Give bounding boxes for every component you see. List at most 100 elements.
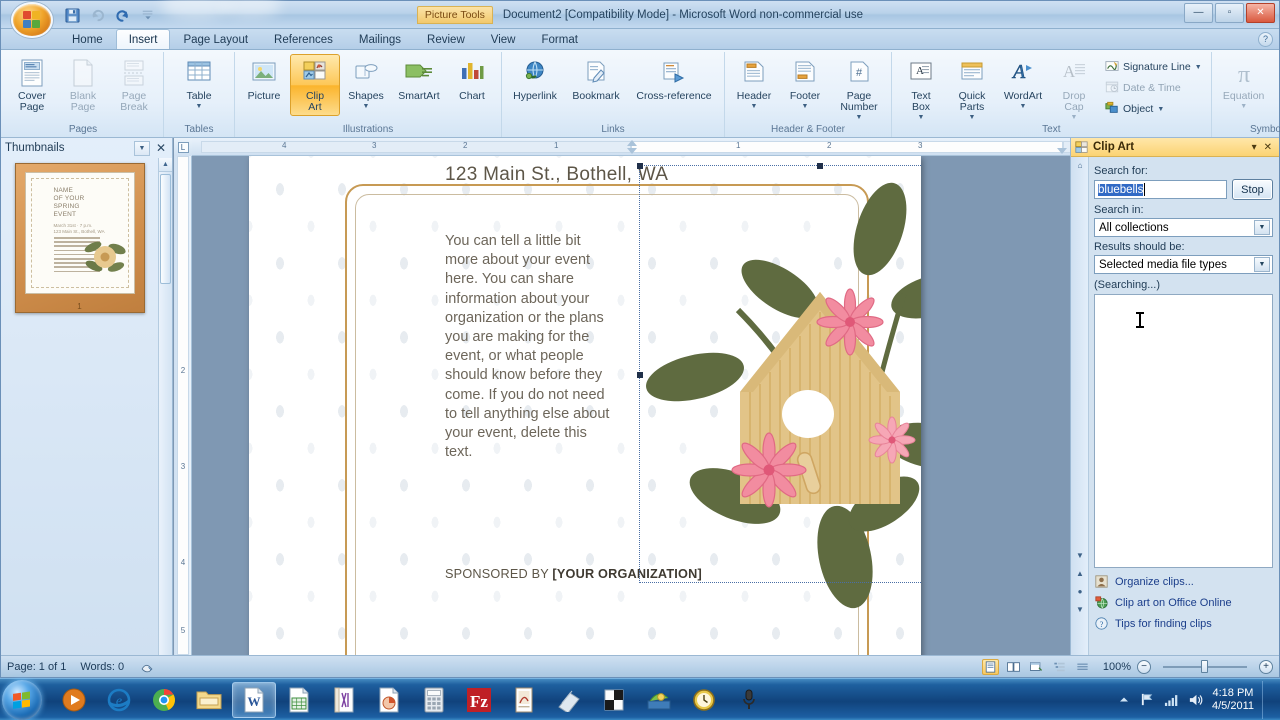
tab-home[interactable]: Home [59, 29, 116, 49]
results-type-select[interactable]: Selected media file types ▼ [1094, 255, 1273, 274]
thumbnail-page-1[interactable]: NAME OF YOUR SPRING EVENT March 31st · 7… [14, 163, 145, 313]
quick-parts-dropdown-arrow[interactable]: ▼ [969, 114, 976, 121]
first-line-indent-marker[interactable] [627, 140, 637, 146]
clip-art-office-online-link[interactable]: Clip art on Office Online [1094, 595, 1273, 610]
stop-button[interactable]: Stop [1232, 179, 1273, 200]
taskbar-microsoft-excel[interactable] [277, 682, 321, 718]
tab-page-layout[interactable]: Page Layout [170, 29, 261, 49]
organize-clips-link[interactable]: Organize clips... [1094, 574, 1273, 589]
show-desktop-button[interactable] [1262, 680, 1272, 719]
outline-view-button[interactable] [1051, 659, 1068, 675]
taskbar-camtasia[interactable] [637, 682, 681, 718]
wordart-dropdown-arrow[interactable]: ▼ [1020, 103, 1027, 110]
task-pane-scroll-down-icon[interactable]: ▼ [1071, 547, 1089, 563]
maximize-button[interactable]: ▫ [1215, 3, 1244, 23]
image-selection-box[interactable] [637, 163, 921, 583]
thumbnails-scroll-up-arrow[interactable]: ▲ [159, 158, 172, 172]
page-break-button[interactable]: Page Break [109, 54, 159, 116]
draft-view-button[interactable] [1074, 659, 1091, 675]
search-input[interactable]: bluebells [1094, 180, 1227, 199]
object-button[interactable]: Object ▼ [1100, 99, 1207, 119]
office-button[interactable] [11, 2, 53, 38]
chart-button[interactable]: Chart [447, 54, 497, 105]
resize-handle-middle-left[interactable] [637, 372, 643, 378]
signature-line-dropdown-arrow[interactable]: ▼ [1195, 64, 1202, 71]
thumbnails-dropdown-button[interactable]: ▼ [134, 140, 150, 156]
table-dropdown-arrow[interactable]: ▼ [196, 103, 203, 110]
wordart-button[interactable]: A WordArt ▼ [998, 54, 1048, 113]
tab-references[interactable]: References [261, 29, 346, 49]
web-layout-view-button[interactable] [1028, 659, 1045, 675]
equation-dropdown-arrow[interactable]: ▼ [1240, 103, 1247, 110]
resize-handle-top-center[interactable] [817, 163, 823, 169]
zoom-slider[interactable] [1157, 660, 1253, 674]
thumbnails-scrollbar[interactable]: ▲ [158, 158, 172, 655]
task-pane-dot-icon[interactable]: ● [1071, 583, 1089, 599]
tab-insert[interactable]: Insert [115, 29, 171, 49]
search-in-select[interactable]: All collections ▼ [1094, 218, 1273, 237]
drop-cap-button[interactable]: A Drop Cap ▼ [1049, 54, 1099, 124]
status-page-indicator[interactable]: Page: 1 of 1 [7, 661, 66, 673]
footer-button[interactable]: Footer ▼ [780, 54, 830, 113]
taskbar-windows-media-player[interactable] [52, 682, 96, 718]
taskbar-internet-explorer[interactable]: e [97, 682, 141, 718]
tips-for-finding-clips-link[interactable]: ? Tips for finding clips [1094, 616, 1273, 631]
table-button[interactable]: Table ▼ [174, 54, 224, 113]
thumbnails-close-button[interactable]: ✕ [154, 141, 168, 155]
taskbar-filezilla[interactable]: Fz [457, 682, 501, 718]
symbol-button[interactable]: Ω Symbol ▼ [1273, 54, 1280, 113]
zoom-out-button[interactable]: − [1137, 659, 1151, 674]
picture-button[interactable]: Picture [239, 54, 289, 105]
equation-button[interactable]: π Equation ▼ [1216, 54, 1272, 113]
tab-view[interactable]: View [478, 29, 529, 49]
document-page[interactable]: 123 Main St., Bothell, WA You can tell a… [249, 156, 921, 655]
right-indent-marker[interactable] [1057, 148, 1067, 154]
zoom-in-button[interactable]: + [1259, 659, 1273, 674]
help-icon[interactable]: ? [1258, 32, 1273, 47]
full-screen-reading-view-button[interactable] [1005, 659, 1022, 675]
page-number-dropdown-arrow[interactable]: ▼ [856, 114, 863, 121]
drop-cap-dropdown-arrow[interactable]: ▼ [1071, 114, 1078, 121]
text-box-button[interactable]: A Text Box ▼ [896, 54, 946, 124]
proofing-errors-icon[interactable] [138, 659, 155, 675]
clip-art-results-area[interactable] [1094, 294, 1273, 568]
save-icon[interactable] [63, 6, 82, 25]
redo-icon[interactable] [113, 6, 132, 25]
status-word-count[interactable]: Words: 0 [80, 661, 124, 673]
taskbar-notepad[interactable] [547, 682, 591, 718]
taskbar-windows-explorer[interactable] [187, 682, 231, 718]
task-pane-scroll-top-icon[interactable]: ▲ [1071, 565, 1089, 581]
taskbar-google-chrome[interactable] [142, 682, 186, 718]
date-time-button[interactable]: Date & Time [1100, 78, 1207, 98]
taskbar-onenote[interactable] [322, 682, 366, 718]
blank-page-button[interactable]: Blank Page [58, 54, 108, 116]
volume-icon[interactable] [1188, 692, 1204, 708]
taskbar-powerpoint[interactable] [367, 682, 411, 718]
cover-page-button[interactable]: Cover Page [7, 54, 57, 116]
resize-handle-top-left[interactable] [637, 163, 643, 169]
taskbar-adobe-reader[interactable] [502, 682, 546, 718]
tab-mailings[interactable]: Mailings [346, 29, 414, 49]
quick-parts-button[interactable]: Quick Parts ▼ [947, 54, 997, 124]
hyperlink-button[interactable]: Hyperlink [506, 54, 564, 105]
taskbar-microsoft-word[interactable]: W [232, 681, 276, 718]
print-layout-view-button[interactable] [981, 658, 999, 675]
clip-art-pane-menu-button[interactable]: ▾ [1252, 142, 1257, 153]
search-in-chevron-down-icon[interactable]: ▼ [1254, 220, 1270, 235]
close-button[interactable]: ✕ [1246, 3, 1275, 23]
taskbar-microphone[interactable] [727, 682, 771, 718]
tab-review[interactable]: Review [414, 29, 478, 49]
footer-dropdown-arrow[interactable]: ▼ [802, 103, 809, 110]
tab-stop-selector[interactable]: L [174, 138, 192, 156]
signature-line-button[interactable]: Signature Line ▼ [1100, 57, 1207, 77]
taskbar-clock-app[interactable] [682, 682, 726, 718]
taskbar-clock[interactable]: 4:18 PM 4/5/2011 [1212, 687, 1254, 713]
header-dropdown-arrow[interactable]: ▼ [751, 103, 758, 110]
results-type-chevron-down-icon[interactable]: ▼ [1254, 257, 1270, 272]
header-button[interactable]: Header ▼ [729, 54, 779, 113]
start-button[interactable] [2, 679, 42, 720]
cross-reference-button[interactable]: Cross-reference [628, 54, 720, 105]
clip-art-button[interactable]: Clip Art [290, 54, 340, 116]
thumbnails-list[interactable]: NAME OF YOUR SPRING EVENT March 31st · 7… [1, 158, 158, 655]
shapes-button[interactable]: Shapes ▼ [341, 54, 391, 113]
